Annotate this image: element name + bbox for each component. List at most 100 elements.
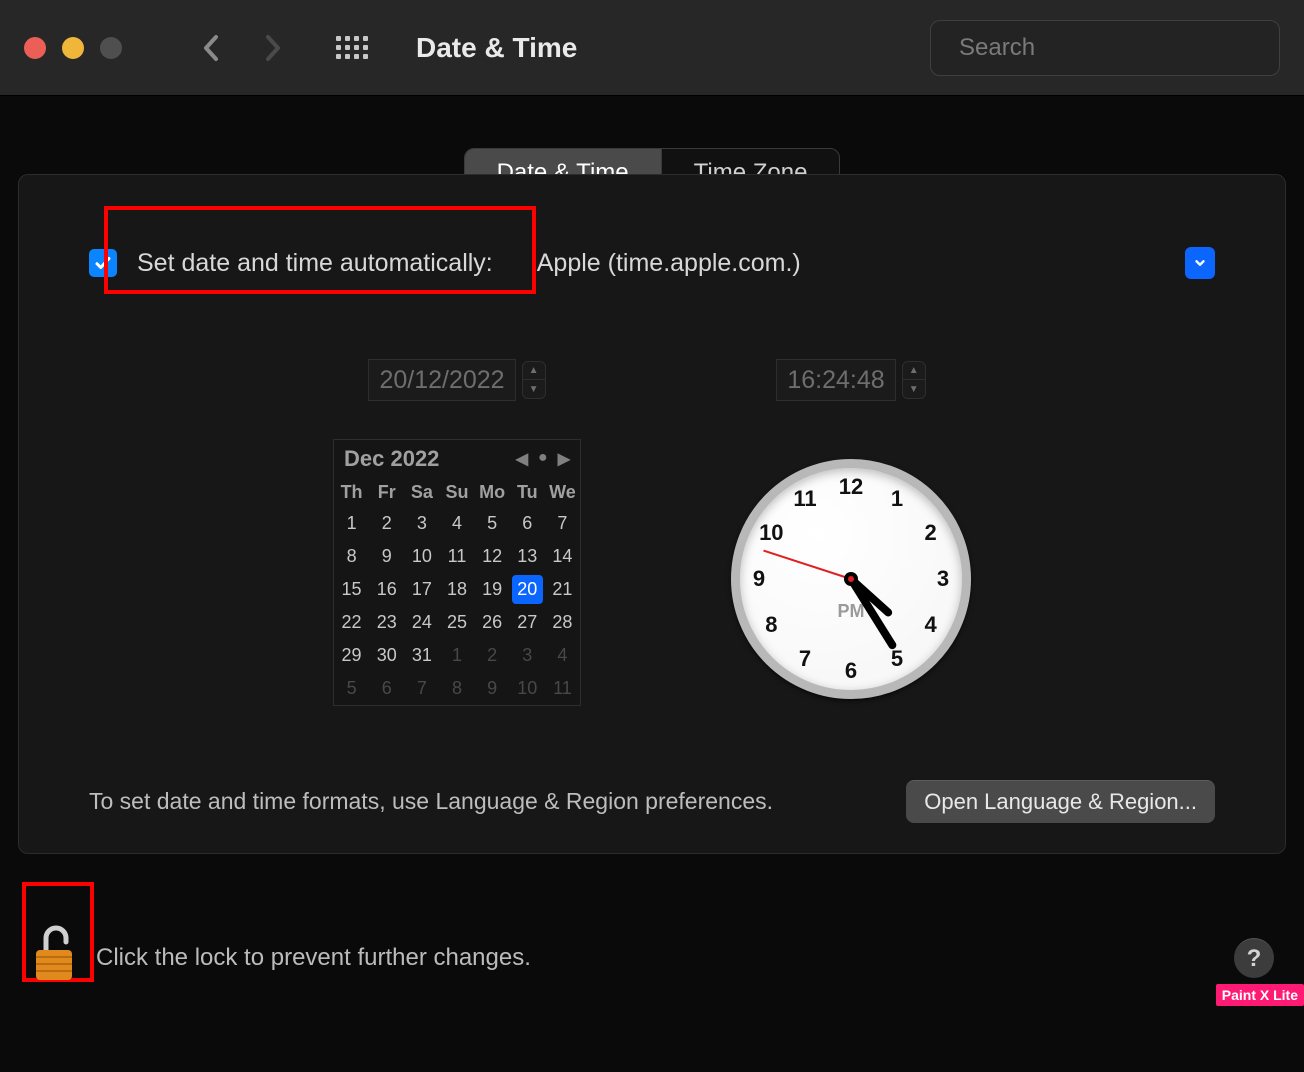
calendar-day[interactable]: 7 [545, 507, 580, 540]
calendar-day[interactable]: 20 [512, 575, 543, 604]
time-server-dropdown[interactable] [1185, 247, 1215, 279]
calendar-header: Dec 2022 ◀ ● ▶ [334, 440, 580, 478]
calendar-day[interactable]: 8 [334, 540, 369, 573]
calendar-day[interactable]: 22 [334, 606, 369, 639]
calendar-dow: Mo [475, 478, 510, 507]
calendar-day[interactable]: 15 [334, 573, 369, 606]
minimize-window-button[interactable] [62, 37, 84, 59]
calendar-day[interactable]: 24 [404, 606, 439, 639]
calendar-next-icon[interactable]: ▶ [558, 449, 570, 469]
lock-text: Click the lock to prevent further change… [96, 944, 531, 972]
calendar-today-icon[interactable]: ● [538, 449, 548, 469]
auto-set-row: Set date and time automatically: Apple (… [89, 243, 1215, 283]
clock-number: 9 [744, 566, 774, 592]
calendar-day[interactable]: 6 [510, 507, 545, 540]
calendar-day[interactable]: 19 [475, 573, 510, 606]
stepper-down-icon[interactable]: ▼ [903, 380, 925, 398]
zoom-window-button[interactable] [100, 37, 122, 59]
formats-text: To set date and time formats, use Langua… [89, 788, 773, 815]
toolbar: Date & Time [0, 0, 1304, 96]
calendar-day[interactable]: 12 [475, 540, 510, 573]
calendar-day[interactable]: 3 [404, 507, 439, 540]
calendar-day[interactable]: 29 [334, 639, 369, 672]
auto-set-label: Set date and time automatically: [137, 249, 493, 278]
auto-set-checkbox[interactable] [89, 249, 117, 277]
calendar-day[interactable]: 21 [545, 573, 580, 606]
calendar-dow: Su [439, 478, 474, 507]
calendar-day[interactable]: 2 [475, 639, 510, 672]
open-language-region-button[interactable]: Open Language & Region... [906, 780, 1215, 823]
close-window-button[interactable] [24, 37, 46, 59]
calendar-day[interactable]: 9 [475, 672, 510, 705]
chevron-down-icon [1193, 256, 1207, 270]
calendar[interactable]: Dec 2022 ◀ ● ▶ ThFrSaSuMoTuWe12345678910… [333, 439, 581, 706]
calendar-day[interactable]: 31 [404, 639, 439, 672]
date-input[interactable]: 20/12/2022 [368, 359, 515, 401]
calendar-day[interactable]: 8 [439, 672, 474, 705]
time-server-value: Apple (time.apple.com.) [537, 249, 801, 278]
calendar-day[interactable]: 3 [510, 639, 545, 672]
forward-button[interactable] [248, 24, 296, 72]
calendar-day[interactable]: 27 [510, 606, 545, 639]
calendar-day[interactable]: 4 [439, 507, 474, 540]
calendar-prev-icon[interactable]: ◀ [516, 449, 528, 469]
clock-number: 10 [756, 520, 786, 546]
calendar-dow: Fr [369, 478, 404, 507]
lock-open-icon [30, 924, 78, 984]
calendar-day[interactable]: 11 [439, 540, 474, 573]
time-input-value: 16:24:48 [777, 366, 894, 395]
show-all-icon[interactable] [336, 36, 368, 59]
window-title: Date & Time [416, 32, 577, 64]
analog-clock: 121234567891011 PM [731, 459, 971, 699]
back-button[interactable] [188, 24, 236, 72]
calendar-day[interactable]: 10 [510, 672, 545, 705]
time-column: 16:24:48 ▲ ▼ 121234567891011 PM [731, 359, 971, 706]
stepper-down-icon[interactable]: ▼ [523, 380, 545, 398]
calendar-day[interactable]: 28 [545, 606, 580, 639]
stepper-up-icon[interactable]: ▲ [523, 362, 545, 380]
clock-number: 5 [882, 646, 912, 672]
calendar-day[interactable]: 1 [334, 507, 369, 540]
calendar-day[interactable]: 25 [439, 606, 474, 639]
search-field[interactable] [930, 20, 1280, 76]
calendar-day[interactable]: 16 [369, 573, 404, 606]
calendar-day[interactable]: 11 [545, 672, 580, 705]
calendar-day[interactable]: 13 [510, 540, 545, 573]
calendar-day[interactable]: 18 [439, 573, 474, 606]
calendar-day[interactable]: 10 [404, 540, 439, 573]
calendar-month-label: Dec 2022 [344, 446, 439, 472]
calendar-day[interactable]: 2 [369, 507, 404, 540]
date-column: 20/12/2022 ▲ ▼ Dec 2022 ◀ ● ▶ ThFrSaSuMo… [333, 359, 581, 706]
clock-number: 3 [928, 566, 958, 592]
calendar-day[interactable]: 6 [369, 672, 404, 705]
date-stepper[interactable]: ▲ ▼ [522, 361, 546, 399]
search-input[interactable] [959, 34, 1269, 62]
clock-number: 2 [916, 520, 946, 546]
calendar-day[interactable]: 23 [369, 606, 404, 639]
lock-button[interactable] [30, 924, 78, 984]
calendar-day[interactable]: 9 [369, 540, 404, 573]
calendar-day[interactable]: 14 [545, 540, 580, 573]
calendar-day[interactable]: 1 [439, 639, 474, 672]
calendar-day[interactable]: 5 [475, 507, 510, 540]
time-input[interactable]: 16:24:48 [776, 359, 895, 401]
clock-hub [844, 572, 858, 586]
calendar-day[interactable]: 4 [545, 639, 580, 672]
stepper-up-icon[interactable]: ▲ [903, 362, 925, 380]
time-stepper[interactable]: ▲ ▼ [902, 361, 926, 399]
calendar-day[interactable]: 7 [404, 672, 439, 705]
help-button[interactable]: ? [1234, 938, 1274, 978]
nav-arrows [188, 24, 296, 72]
clock-number: 4 [916, 612, 946, 638]
calendar-dow: Th [334, 478, 369, 507]
calendar-day[interactable]: 17 [404, 573, 439, 606]
clock-number: 12 [836, 474, 866, 500]
calendar-day[interactable]: 26 [475, 606, 510, 639]
clock-number: 7 [790, 646, 820, 672]
time-server-field[interactable]: Apple (time.apple.com.) [533, 243, 1215, 283]
calendar-day[interactable]: 30 [369, 639, 404, 672]
calendar-dow: We [545, 478, 580, 507]
clock-number: 1 [882, 486, 912, 512]
clock-number: 8 [756, 612, 786, 638]
calendar-day[interactable]: 5 [334, 672, 369, 705]
